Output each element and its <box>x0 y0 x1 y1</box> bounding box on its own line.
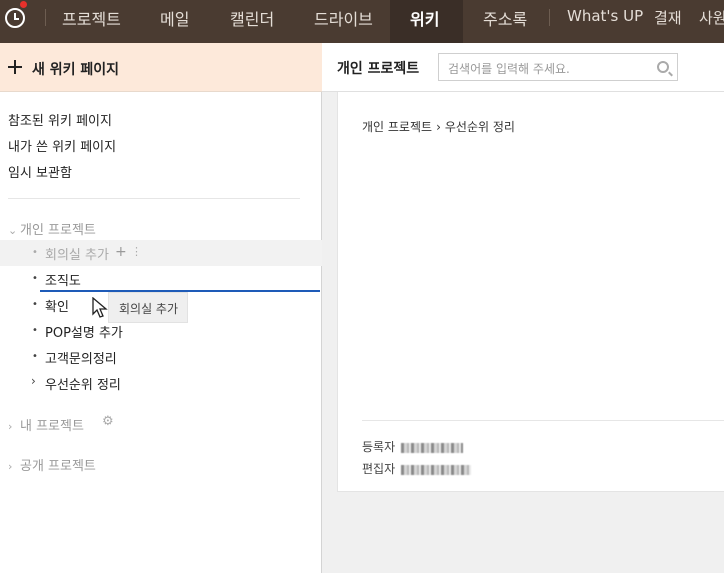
add-child-icon[interactable]: + <box>115 244 127 260</box>
nav-divider <box>549 9 550 26</box>
new-wiki-page-button[interactable]: 새 위키 페이지 <box>0 43 322 92</box>
link-referenced-pages[interactable]: 참조된 위키 페이지 <box>8 110 112 129</box>
clock-logo-icon[interactable] <box>5 8 25 28</box>
bullet-icon: • <box>32 299 38 310</box>
chevron-right-icon: › <box>8 420 13 433</box>
nav-item-drive[interactable]: 드라이브 <box>314 6 373 30</box>
wiki-sidebar: 참조된 위키 페이지 내가 쓴 위키 페이지 임시 보관함 ⌄ 개인 프로젝트 •… <box>0 92 322 573</box>
page-title: 개인 프로젝트 <box>337 61 420 77</box>
bullet-icon: • <box>32 351 38 362</box>
section-public-project[interactable]: › 공개 프로젝트 <box>8 455 96 474</box>
editor-label: 편집자 <box>362 462 396 476</box>
tree-item-priority[interactable]: › 우선순위 정리 <box>0 370 322 396</box>
chevron-down-icon: ⌄ <box>8 224 18 237</box>
redacted-text <box>401 442 464 453</box>
tree-item-org-chart[interactable]: • 조직도 <box>0 266 322 292</box>
content-header: 개인 프로젝트 검색어를 입력해 주세요. <box>322 43 724 92</box>
breadcrumb-item[interactable]: 우선순위 정리 <box>445 120 515 134</box>
wiki-page-card: 개인 프로젝트 › 우선순위 정리 등록자 편집자 <box>337 92 724 492</box>
breadcrumb: 개인 프로젝트 › 우선순위 정리 <box>362 118 515 135</box>
drag-preview: 회의실 추가 <box>108 292 188 323</box>
notification-dot <box>20 1 27 8</box>
section-my-project[interactable]: › 내 프로젝트 <box>8 415 84 434</box>
bullet-icon: • <box>32 247 38 258</box>
card-divider <box>362 420 724 421</box>
nav-item-mail[interactable]: 메일 <box>160 6 189 30</box>
section-personal-project[interactable]: ⌄ 개인 프로젝트 <box>8 219 96 238</box>
nav-item-project[interactable]: 프로젝트 <box>62 6 121 30</box>
registrant-row: 등록자 <box>362 438 464 455</box>
gear-icon[interactable]: ⚙ <box>102 414 114 429</box>
editor-row: 편집자 <box>362 460 472 477</box>
bullet-icon: • <box>32 273 38 284</box>
search-icon[interactable] <box>657 61 669 73</box>
nav-divider <box>45 9 46 26</box>
chevron-right-icon[interactable]: › <box>31 374 36 388</box>
search-input[interactable]: 검색어를 입력해 주세요. <box>438 53 678 81</box>
nav-item-approval[interactable]: 결재 <box>654 7 682 28</box>
redacted-text <box>401 464 472 475</box>
bullet-icon: • <box>32 325 38 336</box>
search-placeholder: 검색어를 입력해 주세요. <box>448 62 570 76</box>
nav-item-employee[interactable]: 사원 <box>699 7 724 28</box>
top-nav: 프로젝트 메일 캘린더 드라이브 위키 주소록 What's UP 결재 사원 <box>0 0 724 43</box>
sidebar-divider <box>8 198 300 199</box>
chevron-right-icon: › <box>436 120 441 134</box>
nav-item-contacts[interactable]: 주소록 <box>483 6 527 30</box>
content-area: 개인 프로젝트 › 우선순위 정리 등록자 편집자 <box>322 92 724 573</box>
link-my-pages[interactable]: 내가 쓴 위키 페이지 <box>8 136 116 155</box>
breadcrumb-item[interactable]: 개인 프로젝트 <box>362 120 432 134</box>
chevron-right-icon: › <box>8 460 13 473</box>
more-icon[interactable]: ⋮ <box>131 245 142 258</box>
new-wiki-page-label: 새 위키 페이지 <box>32 62 120 78</box>
nav-item-whatsup[interactable]: What's UP <box>567 7 643 25</box>
link-drafts[interactable]: 임시 보관함 <box>8 162 72 181</box>
nav-item-calendar[interactable]: 캘린더 <box>230 6 274 30</box>
nav-item-wiki[interactable]: 위키 <box>410 6 439 30</box>
plus-icon <box>8 60 22 74</box>
registrant-label: 등록자 <box>362 440 396 454</box>
tree-item-customer[interactable]: • 고객문의정리 <box>0 344 322 370</box>
tree-item-meeting-room[interactable]: • 회의실 추가 + ⋮ <box>0 240 322 266</box>
